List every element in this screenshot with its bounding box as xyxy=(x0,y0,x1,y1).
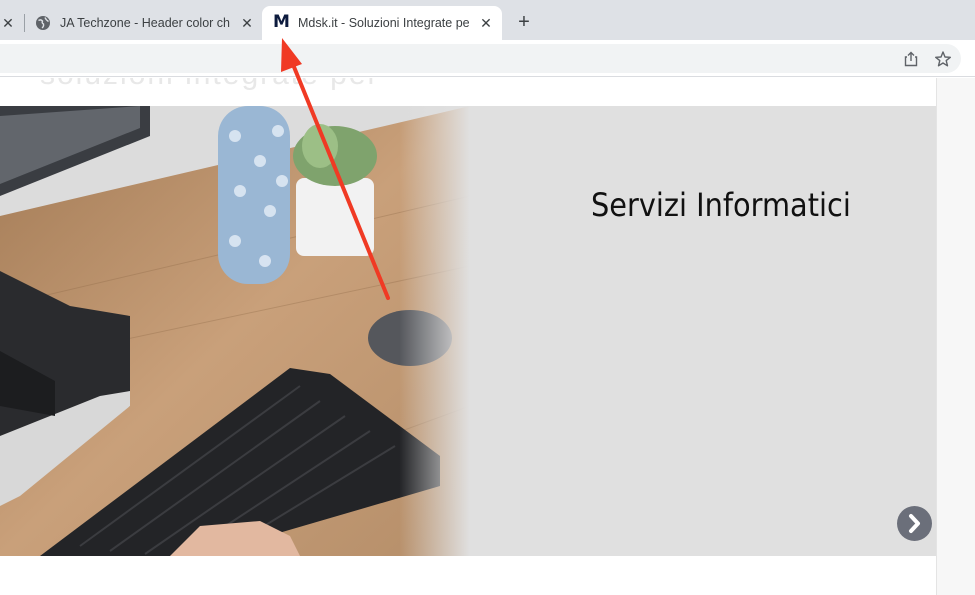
scrollbar[interactable] xyxy=(936,78,975,595)
tab-ja-techzone[interactable]: JA Techzone - Header color ch ✕ xyxy=(26,6,262,40)
tab-title: JA Techzone - Header color ch xyxy=(60,16,231,30)
close-tab-icon[interactable]: ✕ xyxy=(0,15,16,31)
tab-title: Mdsk.it - Soluzioni Integrate pe xyxy=(298,16,470,30)
mdsk-favicon-icon: M xyxy=(273,12,290,32)
chevron-right-icon xyxy=(909,514,920,533)
globe-icon xyxy=(36,16,50,30)
tab-separator xyxy=(24,14,25,32)
page-content: soluzioni integrate per xyxy=(0,78,936,595)
close-tab-icon[interactable]: ✕ xyxy=(239,15,255,31)
hero-title: Servizi Informatici xyxy=(591,186,851,224)
slider-next-button[interactable] xyxy=(897,506,932,541)
header-ghost-text: soluzioni integrate per xyxy=(40,78,380,92)
toolbar xyxy=(0,40,975,77)
desk-photo xyxy=(0,106,470,556)
share-icon[interactable] xyxy=(902,50,920,68)
close-tab-icon[interactable]: ✕ xyxy=(478,15,494,31)
new-tab-button[interactable]: + xyxy=(512,11,536,35)
address-bar[interactable] xyxy=(0,44,961,73)
tab-mdsk[interactable]: M Mdsk.it - Soluzioni Integrate pe ✕ xyxy=(262,6,502,40)
tab-strip: ✕ JA Techzone - Header color ch ✕ M Mdsk… xyxy=(0,0,975,40)
hero-slider: Servizi Informatici xyxy=(0,106,936,556)
star-icon[interactable] xyxy=(934,50,952,68)
tab-partial[interactable]: ✕ xyxy=(0,6,24,40)
